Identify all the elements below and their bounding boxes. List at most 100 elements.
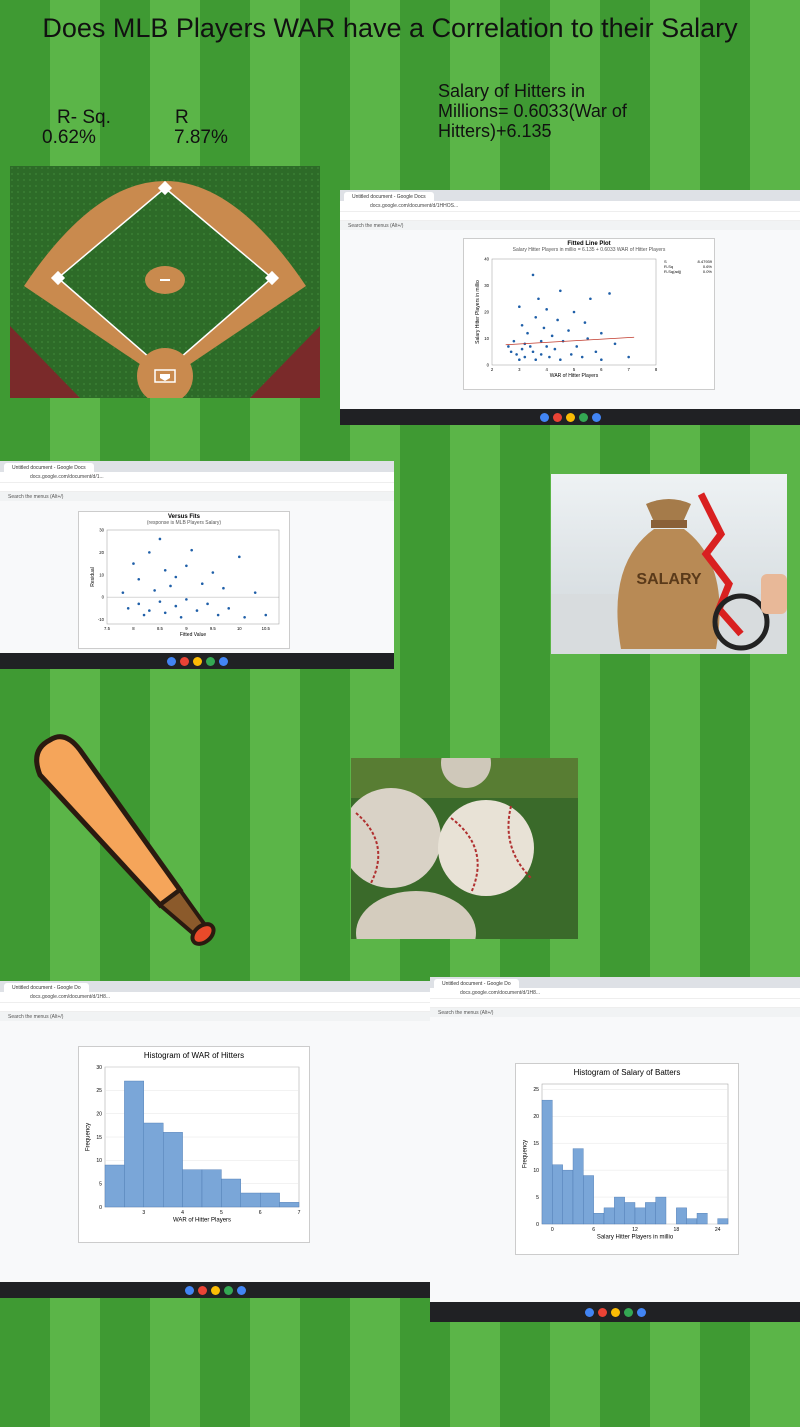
app-icon[interactable] xyxy=(591,412,601,422)
chrome-icon[interactable] xyxy=(623,1307,633,1317)
data-point xyxy=(589,297,592,301)
data-point xyxy=(586,337,589,340)
histogram-bar xyxy=(603,1207,615,1225)
histogram-bar xyxy=(182,1169,203,1208)
data-point xyxy=(158,600,162,603)
browser-tab[interactable]: Untitled document - Google Docs xyxy=(344,192,434,201)
data-point xyxy=(627,355,630,359)
y-tick-label: -10 xyxy=(98,617,105,622)
x-axis-label: WAR of Hitter Players xyxy=(173,1217,231,1223)
histogram-bar xyxy=(201,1169,222,1208)
data-point xyxy=(264,613,268,617)
os-taskbar xyxy=(0,653,394,669)
baseball-diamond-image xyxy=(10,166,320,398)
y-tick-label: 0 xyxy=(99,1205,102,1211)
histogram-bar xyxy=(259,1192,280,1208)
y-tick-label: 20 xyxy=(96,1111,102,1117)
x-tick-label: 3 xyxy=(142,1210,145,1216)
menu-search[interactable]: Search the menus (Alt+/) xyxy=(438,1010,493,1016)
bag-label: SALARY xyxy=(636,571,702,588)
data-point xyxy=(539,339,543,343)
app-icon[interactable] xyxy=(179,656,189,666)
data-point xyxy=(121,591,125,594)
app-icon[interactable] xyxy=(539,412,549,422)
histogram-bar xyxy=(562,1169,574,1225)
app-icon[interactable] xyxy=(197,1285,207,1295)
x-tick-label: 8 xyxy=(655,367,658,372)
data-point xyxy=(594,350,598,354)
menu-search[interactable]: Search the menus (Alt+/) xyxy=(8,494,63,500)
data-point xyxy=(539,353,543,356)
browser-tab-bar: Untitled document - Google Docs xyxy=(0,461,394,472)
app-icon[interactable] xyxy=(636,1307,646,1317)
versus-fits-screenshot: Untitled document - Google Docs docs.goo… xyxy=(0,461,394,669)
data-point xyxy=(559,289,562,293)
histogram-bar xyxy=(572,1148,584,1225)
r-value: 7.87% xyxy=(174,127,228,148)
data-point xyxy=(548,355,551,359)
data-point xyxy=(206,602,209,606)
chrome-icon[interactable] xyxy=(223,1285,233,1295)
data-point xyxy=(200,582,204,586)
browser-tab[interactable]: Untitled document - Google Do xyxy=(434,979,519,988)
app-icon[interactable] xyxy=(552,412,562,422)
browser-tab-bar: Untitled document - Google Do xyxy=(430,977,800,988)
histogram-bar xyxy=(541,1099,553,1225)
baseball-bat-image xyxy=(20,720,220,955)
app-icon[interactable] xyxy=(610,1307,620,1317)
data-point xyxy=(222,586,225,590)
app-icon[interactable] xyxy=(210,1285,220,1295)
chrome-icon[interactable] xyxy=(578,412,588,422)
address-bar[interactable]: docs.google.com/document/d/1HHOS... xyxy=(340,201,800,212)
r-sq-value: 0.62% xyxy=(42,127,96,148)
data-point xyxy=(613,342,617,346)
address-bar[interactable]: docs.google.com/document/d/1H8... xyxy=(430,988,800,999)
chrome-icon[interactable] xyxy=(205,656,215,666)
data-point xyxy=(531,273,535,277)
histogram-bar xyxy=(686,1218,698,1225)
bookmarks-bar xyxy=(340,212,800,221)
y-tick-label: 20 xyxy=(533,1114,539,1120)
data-point xyxy=(169,584,172,588)
data-point xyxy=(253,591,257,594)
war-histogram-screenshot: Untitled document - Google Do docs.googl… xyxy=(0,981,430,1298)
app-icon[interactable] xyxy=(218,656,228,666)
x-tick-label: 6 xyxy=(259,1210,262,1216)
salary-histogram-screenshot: Untitled document - Google Do docs.googl… xyxy=(430,977,800,1322)
plot-frame xyxy=(106,529,280,625)
x-tick-label: 7 xyxy=(298,1210,301,1216)
address-bar[interactable]: docs.google.com/document/d/1H8... xyxy=(0,992,430,1003)
app-icon[interactable] xyxy=(565,412,575,422)
browser-tab[interactable]: Untitled document - Google Do xyxy=(4,983,89,992)
y-tick-label: 40 xyxy=(484,257,489,262)
x-axis-label: WAR of Hitter Players xyxy=(550,373,599,379)
data-point xyxy=(512,339,516,343)
app-icon[interactable] xyxy=(584,1307,594,1317)
app-icon[interactable] xyxy=(192,656,202,666)
menu-search[interactable]: Search the menus (Alt+/) xyxy=(8,1014,63,1020)
x-tick-label: 10.5 xyxy=(262,626,271,631)
x-tick-label: 8.5 xyxy=(157,626,164,631)
menu-search[interactable]: Search the menus (Alt+/) xyxy=(348,223,403,229)
app-icon[interactable] xyxy=(236,1285,246,1295)
data-point xyxy=(572,310,576,314)
app-icon[interactable] xyxy=(166,656,176,666)
x-tick-label: 5 xyxy=(220,1210,223,1216)
y-tick-label: 5 xyxy=(99,1181,102,1187)
app-icon[interactable] xyxy=(597,1307,607,1317)
histogram-bar xyxy=(583,1175,594,1225)
histogram-bar xyxy=(240,1192,261,1208)
app-icon[interactable] xyxy=(184,1285,194,1295)
address-bar[interactable]: docs.google.com/document/d/1... xyxy=(0,472,394,483)
y-tick-label: 30 xyxy=(99,528,104,533)
data-point xyxy=(526,331,529,335)
data-point xyxy=(528,345,532,348)
histogram-bar xyxy=(676,1207,687,1225)
war-histogram-chart: Histogram of WAR of Hitters WAR of Hitte… xyxy=(78,1046,310,1243)
salary-histogram-svg: Salary Hitter Players in millio Frequency… xyxy=(522,1083,729,1240)
page-title: Does MLB Players WAR have a Correlation … xyxy=(42,13,738,43)
y-tick-label: 0 xyxy=(536,1222,539,1228)
y-tick-label: 10 xyxy=(484,336,489,341)
y-axis-label: Frequency xyxy=(85,1123,91,1151)
browser-tab[interactable]: Untitled document - Google Docs xyxy=(4,463,94,472)
